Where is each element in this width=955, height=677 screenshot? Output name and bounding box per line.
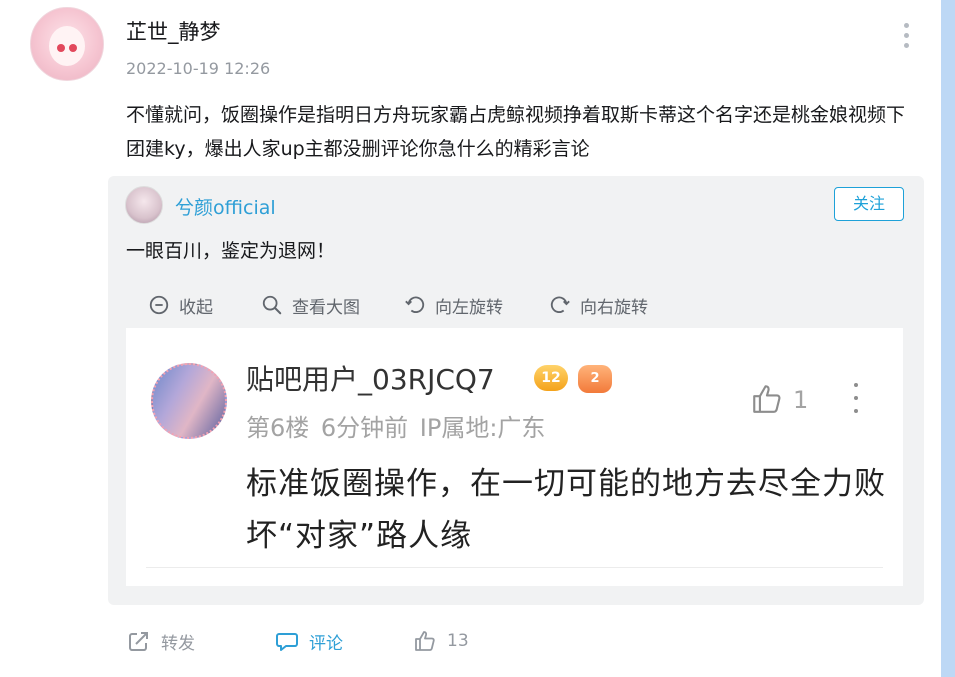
- rotate-left-label: 向左旋转: [435, 297, 503, 318]
- follow-button[interactable]: 关注: [834, 187, 904, 221]
- more-dots-icon: [896, 20, 916, 48]
- image-user-avatar: [151, 363, 227, 439]
- rotate-left-button[interactable]: 向左旋转: [404, 293, 503, 318]
- avatar-eye-left: [57, 44, 65, 52]
- image-username: 贴吧用户_03RJCQ7: [246, 363, 495, 396]
- rotate-right-icon: [550, 296, 570, 313]
- like-count: 13: [447, 631, 469, 651]
- scrollbar[interactable]: [941, 0, 955, 677]
- action-bar: 转发 评论 13: [127, 627, 469, 655]
- rotate-right-button[interactable]: 向右旋转: [549, 293, 648, 318]
- collapse-button[interactable]: 收起: [148, 293, 213, 318]
- more-options-button[interactable]: [896, 20, 916, 50]
- collapse-label: 收起: [179, 297, 213, 318]
- attached-screenshot-image[interactable]: 贴吧用户_03RJCQ7 12 2 第6楼 6分钟前 IP属地:广东 1 标准饭…: [126, 328, 903, 586]
- user-avatar[interactable]: [30, 7, 104, 81]
- comment-bubble-icon: [276, 633, 298, 651]
- search-icon: [262, 295, 282, 315]
- comment-body: 不懂就问，饭圈操作是指明日方舟玩家霸占虎鲸视频挣着取斯卡蒂这个名字还是桃金娘视频…: [126, 104, 906, 160]
- level-badge: 12: [534, 365, 568, 391]
- thumbs-up-icon: [415, 631, 435, 651]
- thumbs-up-icon: [753, 385, 781, 413]
- comment-timestamp: 2022-10-19 12:26: [126, 59, 271, 78]
- image-like-count: 1: [793, 386, 809, 414]
- image-toolbar: 收起 查看大图 向左旋转 向右旋转: [148, 291, 648, 319]
- comment-button[interactable]: 评论: [275, 629, 343, 654]
- quoted-card: 兮颜official 关注 一眼百川，鉴定为退网！ 收起 查看大图 向左旋转 向…: [108, 176, 924, 605]
- share-button[interactable]: 转发: [127, 629, 195, 654]
- avatar-face: [49, 26, 85, 66]
- image-post-text: 标准饭圈操作，在一切可能的地方去尽全力败坏“对家”路人缘: [246, 466, 886, 554]
- collapse-icon: [149, 295, 169, 315]
- comment-username[interactable]: 芷世_静梦: [126, 16, 221, 46]
- game-badge: 2: [578, 365, 612, 393]
- avatar-eye-right: [69, 44, 77, 52]
- view-large-label: 查看大图: [292, 297, 360, 318]
- share-icon: [129, 632, 148, 651]
- rotate-left-icon: [405, 296, 425, 313]
- card-user-avatar[interactable]: [125, 186, 163, 224]
- image-more-icon: [848, 380, 864, 420]
- image-divider: [146, 567, 883, 568]
- image-floor-meta: 第6楼 6分钟前 IP属地:广东: [246, 414, 546, 442]
- card-body: 一眼百川，鉴定为退网！: [126, 240, 336, 262]
- view-large-button[interactable]: 查看大图: [261, 293, 360, 318]
- rotate-right-label: 向右旋转: [580, 297, 648, 318]
- like-button[interactable]: 13: [413, 629, 469, 653]
- comment-label: 评论: [309, 633, 343, 654]
- card-username[interactable]: 兮颜official: [175, 193, 276, 220]
- share-label: 转发: [161, 633, 195, 654]
